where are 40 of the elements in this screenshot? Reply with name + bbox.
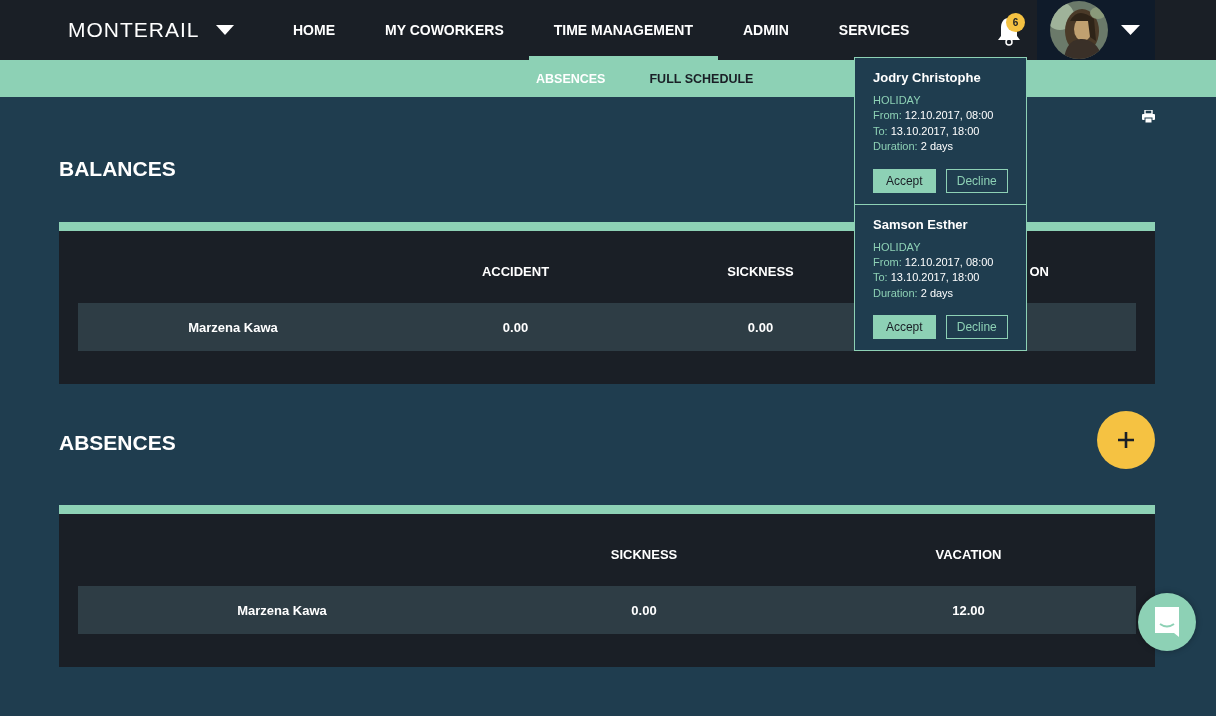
nav-tab[interactable]: MY COWORKERS bbox=[360, 0, 529, 60]
accept-button[interactable]: Accept bbox=[873, 315, 936, 339]
to-date: To: 13.10.2017, 18:00 bbox=[873, 123, 981, 139]
column-header: SICKNESS bbox=[609, 546, 679, 562]
accept-button[interactable]: Accept bbox=[873, 168, 936, 193]
decline-button[interactable]: Decline bbox=[945, 168, 1008, 193]
brand-logo[interactable]: MONTERAIL bbox=[68, 18, 200, 42]
duration-text: Duration: 2 days bbox=[873, 139, 955, 154]
request-type: HOLIDAY bbox=[873, 240, 922, 253]
from-date: From: 12.10.2017, 08:00 bbox=[873, 108, 995, 123]
duration-text: Duration: 2 days bbox=[873, 285, 955, 301]
column-header: ACCIDENT bbox=[480, 263, 551, 279]
print-icon[interactable] bbox=[1142, 110, 1155, 123]
section-title: ABSENCES bbox=[59, 429, 176, 456]
table-cell-text: 0.00 bbox=[630, 602, 658, 618]
caret-icon bbox=[1121, 25, 1140, 35]
plus-icon bbox=[1118, 432, 1134, 448]
request-type: HOLIDAY bbox=[873, 94, 922, 106]
column-header: VACATION bbox=[934, 546, 1003, 562]
nav-tab[interactable]: ADMIN bbox=[717, 0, 814, 60]
chat-icon bbox=[1152, 606, 1182, 638]
table-cell-text: 0.00 bbox=[746, 319, 775, 335]
requester-name: Samson Esther bbox=[873, 216, 969, 232]
nav-tab[interactable]: HOME bbox=[268, 0, 360, 60]
to-date: To: 13.10.2017, 18:00 bbox=[873, 270, 981, 285]
add-button[interactable] bbox=[1097, 411, 1155, 469]
from-date: From: 12.10.2017, 08:00 bbox=[873, 254, 995, 270]
decline-button[interactable]: Decline bbox=[945, 315, 1008, 339]
profile-menu[interactable] bbox=[1037, 0, 1155, 60]
requester-name: Jodry Christophe bbox=[873, 70, 982, 85]
table-cell-text: 12.00 bbox=[951, 602, 986, 618]
section-title: BALANCES bbox=[59, 156, 176, 182]
table-cell-text: 0.00 bbox=[501, 319, 530, 335]
subnav-tab[interactable]: FULL SCHEDULE bbox=[627, 60, 776, 97]
table-cell-text: Marzena Kawa bbox=[187, 319, 279, 335]
table-cell-text: Marzena Kawa bbox=[236, 602, 328, 618]
caret-icon[interactable] bbox=[215, 25, 234, 35]
column-header: ON bbox=[1029, 263, 1049, 279]
chat-button[interactable] bbox=[1138, 593, 1196, 651]
nav-tab[interactable]: SERVICES bbox=[813, 0, 935, 60]
